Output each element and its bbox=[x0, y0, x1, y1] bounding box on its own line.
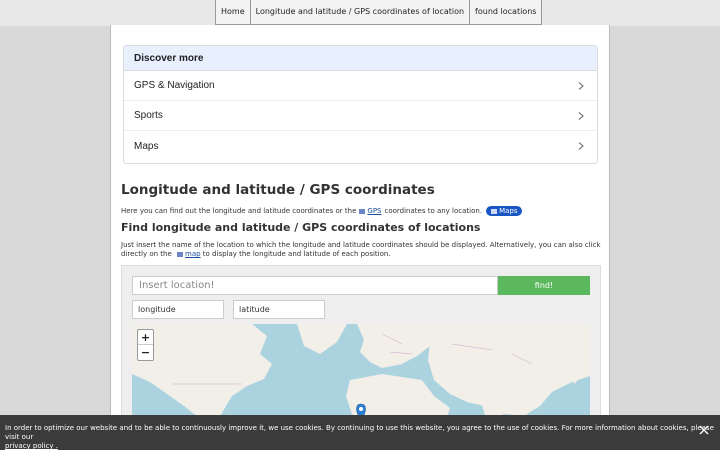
longitude-field[interactable]: longitude bbox=[132, 300, 224, 319]
discover-item-maps[interactable]: Maps bbox=[124, 131, 597, 161]
maps-pill-button[interactable]: Maps bbox=[486, 206, 523, 216]
location-input[interactable]: Insert location! bbox=[132, 276, 498, 295]
intro-text-end: coordinates to any location. bbox=[384, 207, 483, 215]
cookie-banner: In order to optimize our website and to … bbox=[0, 415, 720, 450]
map-icon bbox=[359, 208, 366, 214]
discover-more-card: Discover more GPS & Navigation Sports Ma… bbox=[123, 45, 598, 164]
zoom-out-button[interactable]: − bbox=[138, 345, 153, 360]
cookie-text: In order to optimize our website and to … bbox=[5, 424, 714, 441]
top-navigation: Home Longitude and latitude / GPS coordi… bbox=[0, 0, 720, 26]
latitude-field[interactable]: latitude bbox=[233, 300, 325, 319]
desc-text-end: to display the longitude and latitude of… bbox=[202, 250, 391, 258]
intro-text-start: Here you can find out the longitude and … bbox=[121, 207, 357, 215]
discover-item-label: Sports bbox=[134, 110, 163, 121]
main-content: Discover more GPS & Navigation Sports Ma… bbox=[110, 25, 610, 450]
zoom-in-button[interactable]: + bbox=[138, 330, 153, 345]
page-title: Longitude and latitude / GPS coordinates bbox=[121, 182, 435, 198]
map-icon bbox=[491, 208, 498, 214]
discover-item-label: GPS & Navigation bbox=[134, 80, 215, 91]
discover-heading: Discover more bbox=[124, 46, 597, 71]
gps-link[interactable]: GPS bbox=[367, 207, 381, 215]
nav-found-locations[interactable]: found locations bbox=[469, 0, 543, 25]
close-icon[interactable] bbox=[698, 424, 710, 436]
map-icon bbox=[177, 251, 183, 257]
chevron-right-icon bbox=[578, 142, 584, 150]
discover-item-gps-navigation[interactable]: GPS & Navigation bbox=[124, 71, 597, 101]
maps-pill-label: Maps bbox=[499, 207, 518, 215]
nav-gps-coordinates[interactable]: Longitude and latitude / GPS coordinates… bbox=[249, 0, 471, 25]
nav-home[interactable]: Home bbox=[215, 0, 251, 25]
privacy-policy-link[interactable]: privacy policy . bbox=[5, 442, 58, 450]
map-link[interactable]: map bbox=[185, 250, 201, 258]
chevron-right-icon bbox=[578, 111, 584, 120]
chevron-right-icon bbox=[578, 81, 584, 90]
discover-item-sports[interactable]: Sports bbox=[124, 101, 597, 131]
section-subtitle: Find longitude and latitude / GPS coordi… bbox=[121, 221, 481, 234]
find-button[interactable]: find! bbox=[498, 276, 590, 295]
map-zoom-control: + − bbox=[137, 329, 154, 361]
discover-item-label: Maps bbox=[134, 140, 159, 152]
intro-text: Here you can find out the longitude and … bbox=[121, 206, 523, 216]
instructions-text: Just insert the name of the location to … bbox=[121, 241, 601, 259]
